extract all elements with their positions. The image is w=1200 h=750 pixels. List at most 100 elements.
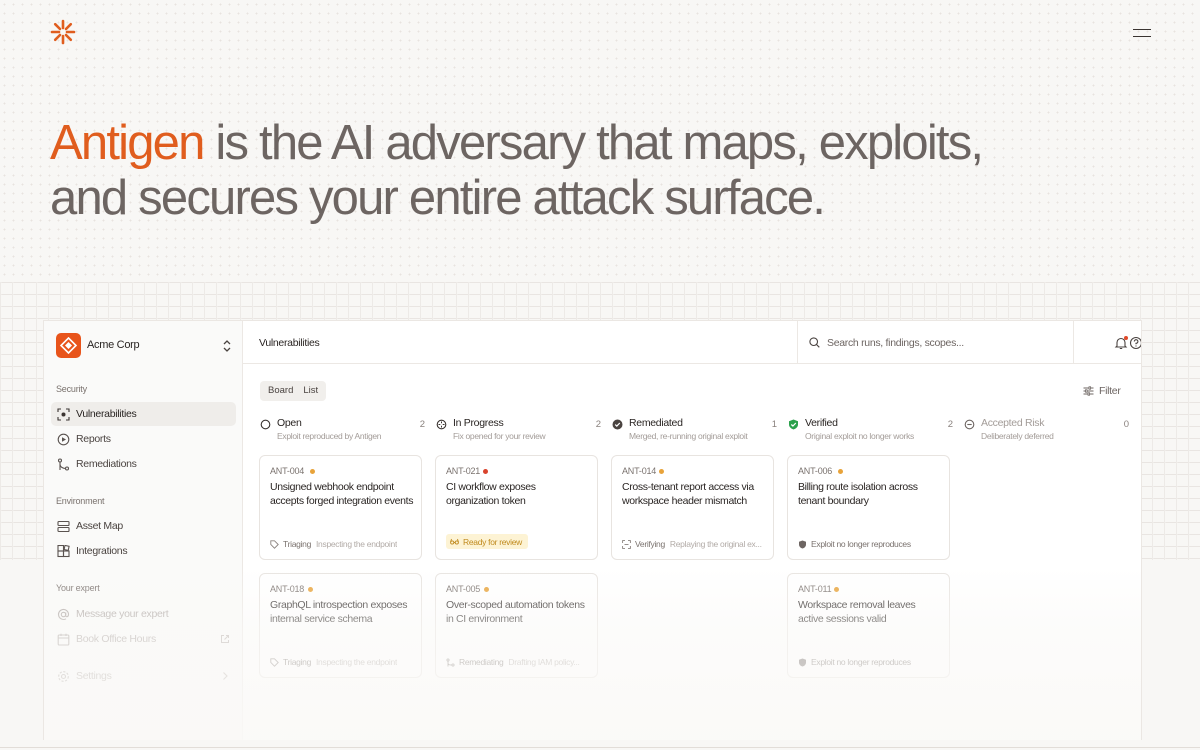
priority-dot bbox=[834, 587, 839, 592]
card-id: ANT-006 bbox=[798, 466, 833, 476]
sidebar-item-label: Integrations bbox=[76, 545, 128, 557]
status-detail: Inspecting the endpoint bbox=[316, 657, 398, 667]
hero-line2: and secures your entire attack surface. bbox=[50, 171, 826, 225]
card-status: Triaging Inspecting the endpoint bbox=[270, 656, 415, 668]
chevron-up-down-icon bbox=[223, 340, 231, 352]
section-security: Security bbox=[56, 384, 87, 394]
card-status: Exploit no longer reproduces bbox=[798, 538, 943, 550]
tag-icon bbox=[270, 539, 279, 549]
vulnerability-card-ant-018[interactable]: ANT-018 GraphQL introspection exposes in… bbox=[259, 573, 422, 678]
topbar: Vulnerabilities bbox=[243, 321, 1142, 364]
org-switcher[interactable]: Acme Corp bbox=[56, 333, 232, 359]
column-accepted-risk: Accepted Risk Deliberately deferred 0 bbox=[964, 417, 1129, 441]
status-label: Verifying bbox=[635, 539, 665, 549]
shield-icon bbox=[799, 540, 806, 548]
badge-label: Ready for review bbox=[463, 536, 522, 547]
column-subtitle: Exploit reproduced by Antigen bbox=[277, 431, 382, 441]
card-id: ANT-014 bbox=[622, 466, 657, 476]
card-status: Verifying Replaying the original ex... bbox=[622, 538, 767, 550]
report-icon bbox=[57, 433, 70, 445]
sidebar-item-label: Asset Map bbox=[76, 520, 123, 532]
priority-dot bbox=[310, 469, 315, 474]
gear-icon bbox=[58, 670, 69, 682]
card-title: GraphQL introspection exposes internal s… bbox=[270, 599, 408, 625]
column-title: Remediated bbox=[629, 417, 683, 429]
scan-icon bbox=[622, 539, 631, 549]
menu-icon[interactable] bbox=[1133, 28, 1151, 38]
sidebar-item-vulnerabilities[interactable]: Vulnerabilities bbox=[51, 402, 236, 426]
help-icon[interactable] bbox=[1129, 336, 1142, 350]
card-title: Billing route isolation across tenant bo… bbox=[798, 481, 918, 507]
sidebar-item-label: Vulnerabilities bbox=[76, 408, 137, 420]
glasses-icon bbox=[450, 538, 459, 545]
column-count: 0 bbox=[1123, 419, 1129, 430]
list-view-button[interactable]: List bbox=[298, 382, 323, 400]
view-toggle: Board List bbox=[260, 381, 327, 401]
server-icon bbox=[57, 520, 70, 532]
sidebar-item-reports[interactable]: Reports bbox=[51, 427, 236, 451]
column-subtitle: Original exploit no longer works bbox=[805, 431, 914, 441]
antigen-logo-icon[interactable] bbox=[50, 19, 76, 45]
tag-icon bbox=[270, 657, 279, 667]
integrations-icon bbox=[57, 544, 70, 557]
progress-icon bbox=[436, 419, 447, 430]
at-sign-icon bbox=[57, 608, 70, 620]
status-detail: Replaying the original ex... bbox=[669, 539, 762, 549]
column-in-progress: In Progress Fix opened for your review 2 bbox=[436, 417, 601, 441]
card-title: Unsigned webhook endpoint accepts forged… bbox=[270, 481, 414, 507]
vulnerability-card-ant-004[interactable]: ANT-004 Unsigned webhook endpoint accept… bbox=[259, 455, 422, 560]
sidebar-item-asset-map[interactable]: Asset Map bbox=[51, 514, 236, 538]
sliders-icon bbox=[1083, 386, 1094, 396]
priority-dot bbox=[484, 587, 489, 592]
hero-line1: is the AI adversary that maps, exploits, bbox=[203, 116, 984, 170]
sidebar-item-label: Settings bbox=[76, 670, 112, 682]
search-icon bbox=[809, 337, 820, 348]
column-count: 2 bbox=[947, 419, 953, 430]
target-scan-icon bbox=[57, 407, 70, 421]
sidebar-item-integrations[interactable]: Integrations bbox=[51, 539, 236, 563]
filter-button[interactable]: Filter bbox=[1083, 385, 1121, 397]
board-view-button[interactable]: Board bbox=[263, 382, 298, 400]
vulnerability-card-ant-021[interactable]: ANT-021 CI workflow exposes organization… bbox=[435, 455, 598, 560]
column-remediated: Remediated Merged, re-running original e… bbox=[612, 417, 777, 441]
sidebar-item-book-office-hours[interactable]: Book Office Hours bbox=[51, 627, 236, 651]
vulnerability-card-ant-005[interactable]: ANT-005 Over-scoped automation tokens in… bbox=[435, 573, 598, 678]
column-title: Open bbox=[277, 417, 302, 429]
git-branch-icon bbox=[446, 657, 455, 667]
vulnerability-card-ant-014[interactable]: ANT-014 Cross-tenant report access via w… bbox=[611, 455, 774, 560]
column-open: Open Exploit reproduced by Antigen 2 bbox=[260, 417, 425, 441]
sidebar-item-settings[interactable]: Settings bbox=[51, 664, 236, 688]
vulnerability-card-ant-006[interactable]: ANT-006 Billing route isolation across t… bbox=[787, 455, 950, 560]
priority-dot bbox=[838, 469, 843, 474]
column-subtitle: Deliberately deferred bbox=[981, 431, 1054, 441]
sidebar-item-message-expert[interactable]: Message your expert bbox=[51, 602, 236, 626]
status-detail: Inspecting the endpoint bbox=[316, 539, 398, 549]
vulnerability-card-ant-011[interactable]: ANT-011 Workspace removal leaves active … bbox=[787, 573, 950, 678]
sidebar-item-label: Remediations bbox=[76, 458, 137, 470]
status-label: Exploit no longer reproduces bbox=[811, 539, 911, 549]
column-count: 1 bbox=[771, 419, 777, 430]
card-title: Cross-tenant report access via workspace… bbox=[622, 481, 754, 507]
ready-for-review-badge: Ready for review bbox=[446, 534, 528, 549]
section-environment: Environment bbox=[56, 496, 105, 506]
check-circle-icon bbox=[612, 419, 623, 430]
sidebar-item-label: Reports bbox=[76, 433, 111, 445]
card-id: ANT-004 bbox=[270, 466, 305, 476]
column-count: 2 bbox=[419, 419, 425, 430]
shield-check-icon bbox=[789, 419, 798, 430]
filter-label: Filter bbox=[1099, 385, 1121, 397]
external-link-icon bbox=[221, 635, 229, 643]
sidebar-item-remediations[interactable]: Remediations bbox=[51, 452, 236, 476]
card-id: ANT-018 bbox=[270, 584, 305, 594]
divider bbox=[0, 747, 1200, 748]
column-count: 2 bbox=[595, 419, 601, 430]
git-merge-icon bbox=[57, 457, 70, 471]
column-subtitle: Merged, re-running original exploit bbox=[629, 431, 748, 441]
org-name: Acme Corp bbox=[87, 339, 140, 351]
hero-headline: Antigen is the AI adversary that maps, e… bbox=[50, 116, 1150, 226]
priority-dot bbox=[308, 587, 313, 592]
status-label: Triaging bbox=[283, 657, 311, 667]
search-input[interactable] bbox=[827, 336, 1057, 349]
search-bar[interactable] bbox=[797, 321, 1074, 364]
column-subtitle: Fix opened for your review bbox=[453, 431, 546, 441]
